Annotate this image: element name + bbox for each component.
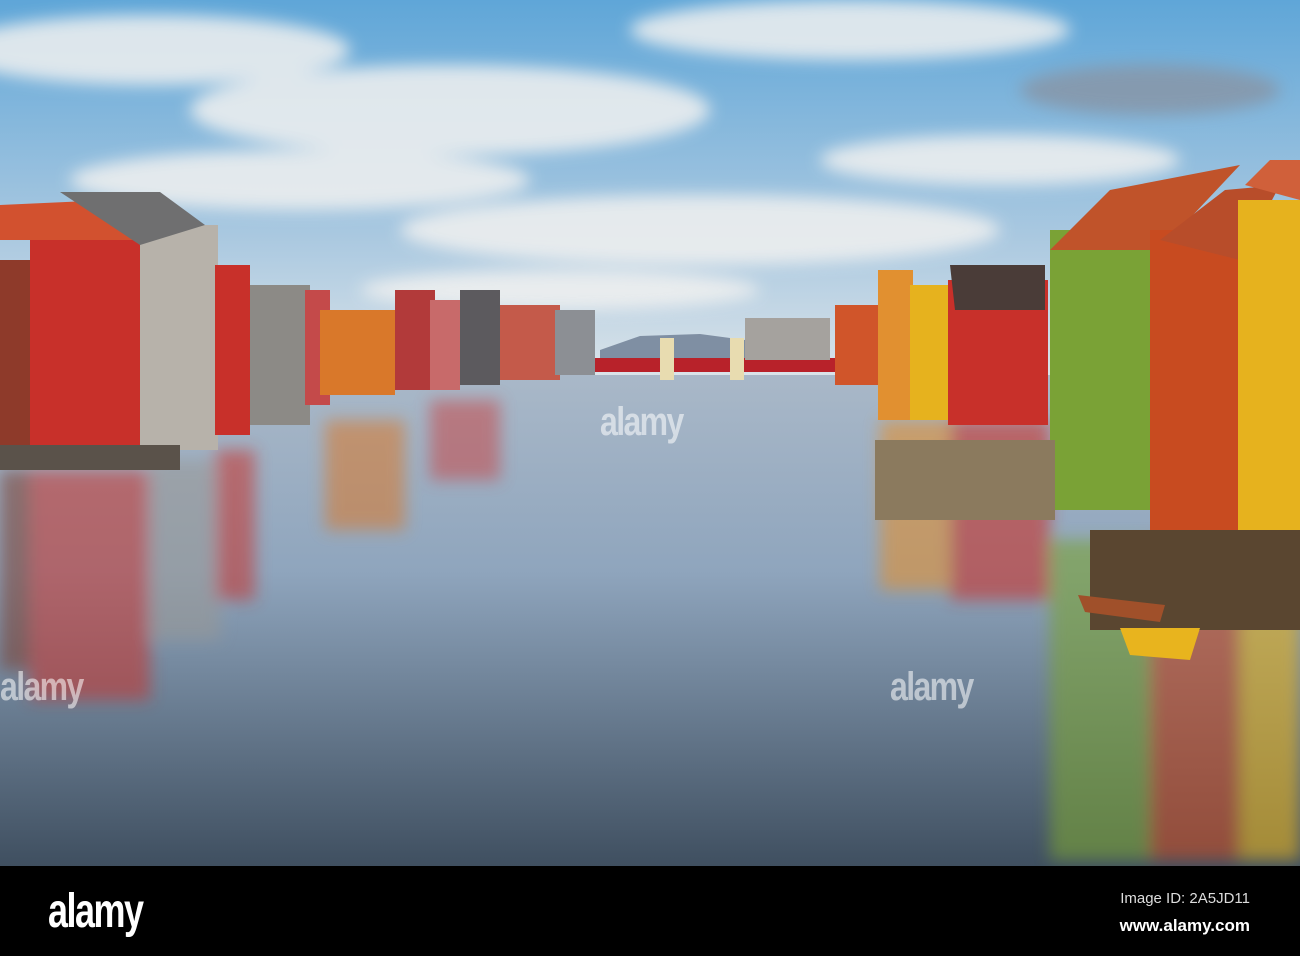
footer-bar: alamy Image ID: 2A5JD11 www.alamy.com [0,866,1300,956]
image-id: Image ID: 2A5JD11 [1120,890,1250,907]
watermark: alamy [890,665,974,709]
watermark: alamy [600,400,684,444]
watermark: alamy [0,665,84,709]
website-link[interactable]: www.alamy.com [1120,916,1250,936]
alamy-logo[interactable]: alamy [48,884,144,939]
